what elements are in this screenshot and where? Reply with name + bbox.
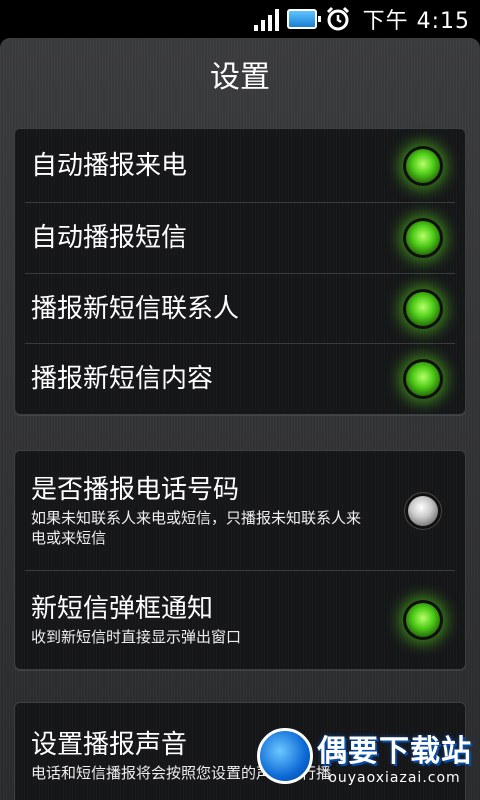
toggle-led-icon[interactable] bbox=[403, 288, 443, 329]
watermark: 偶要下载站 ouyaoxiazai.com bbox=[257, 726, 472, 786]
setting-label: 自动播报短信 bbox=[31, 223, 188, 253]
toggle-led-icon[interactable] bbox=[405, 492, 441, 529]
setting-row-sms-contact[interactable]: 播报新短信联系人 bbox=[25, 274, 455, 344]
setting-label: 新短信弹框通知 bbox=[31, 594, 214, 624]
setting-row-popup-notify[interactable]: 新短信弹框通知 收到新短信时直接显示弹出窗口 bbox=[25, 571, 455, 669]
status-time: 下午 4:15 bbox=[362, 9, 470, 34]
signal-icon bbox=[253, 7, 279, 31]
toggle-led-icon[interactable] bbox=[403, 145, 443, 186]
settings-panel: 设置 自动播报来电 自动播报短信 播报新短信联系人 播报新短信内容 是否播报电话… bbox=[0, 38, 480, 800]
setting-row-auto-sms[interactable]: 自动播报短信 bbox=[25, 203, 455, 274]
toggle-led-icon[interactable] bbox=[403, 218, 443, 258]
battery-icon bbox=[286, 9, 321, 29]
setting-description: 如果未知联系人来电或短信，只播报未知联系人来电或来短信 bbox=[31, 508, 362, 547]
page-title: 设置 bbox=[210, 60, 270, 95]
settings-group-broadcast: 自动播报来电 自动播报短信 播报新短信联系人 播报新短信内容 bbox=[14, 128, 466, 415]
setting-label: 是否播报电话号码 bbox=[31, 474, 240, 505]
setting-row-auto-call[interactable]: 自动播报来电 bbox=[25, 129, 455, 203]
watermark-url: ouyaoxiazai.com bbox=[328, 770, 461, 786]
toggle-led-icon[interactable] bbox=[403, 359, 443, 399]
watermark-logo-icon bbox=[257, 728, 313, 784]
setting-label: 播报新短信联系人 bbox=[31, 293, 240, 324]
toggle-led-icon[interactable] bbox=[403, 600, 443, 640]
status-bar: 下午 4:15 bbox=[0, 0, 480, 38]
setting-label: 播报新短信内容 bbox=[31, 364, 214, 394]
setting-row-sms-content[interactable]: 播报新短信内容 bbox=[25, 344, 455, 414]
setting-row-phone-number[interactable]: 是否播报电话号码 如果未知联系人来电或短信，只播报未知联系人来电或来短信 bbox=[25, 451, 455, 571]
watermark-text: 偶要下载站 bbox=[317, 734, 472, 769]
alarm-clock-icon bbox=[325, 6, 351, 32]
setting-label: 自动播报来电 bbox=[31, 150, 188, 181]
setting-description: 收到新短信时直接显示弹出窗口 bbox=[31, 628, 242, 646]
settings-group-options: 是否播报电话号码 如果未知联系人来电或短信，只播报未知联系人来电或来短信 新短信… bbox=[14, 450, 466, 670]
